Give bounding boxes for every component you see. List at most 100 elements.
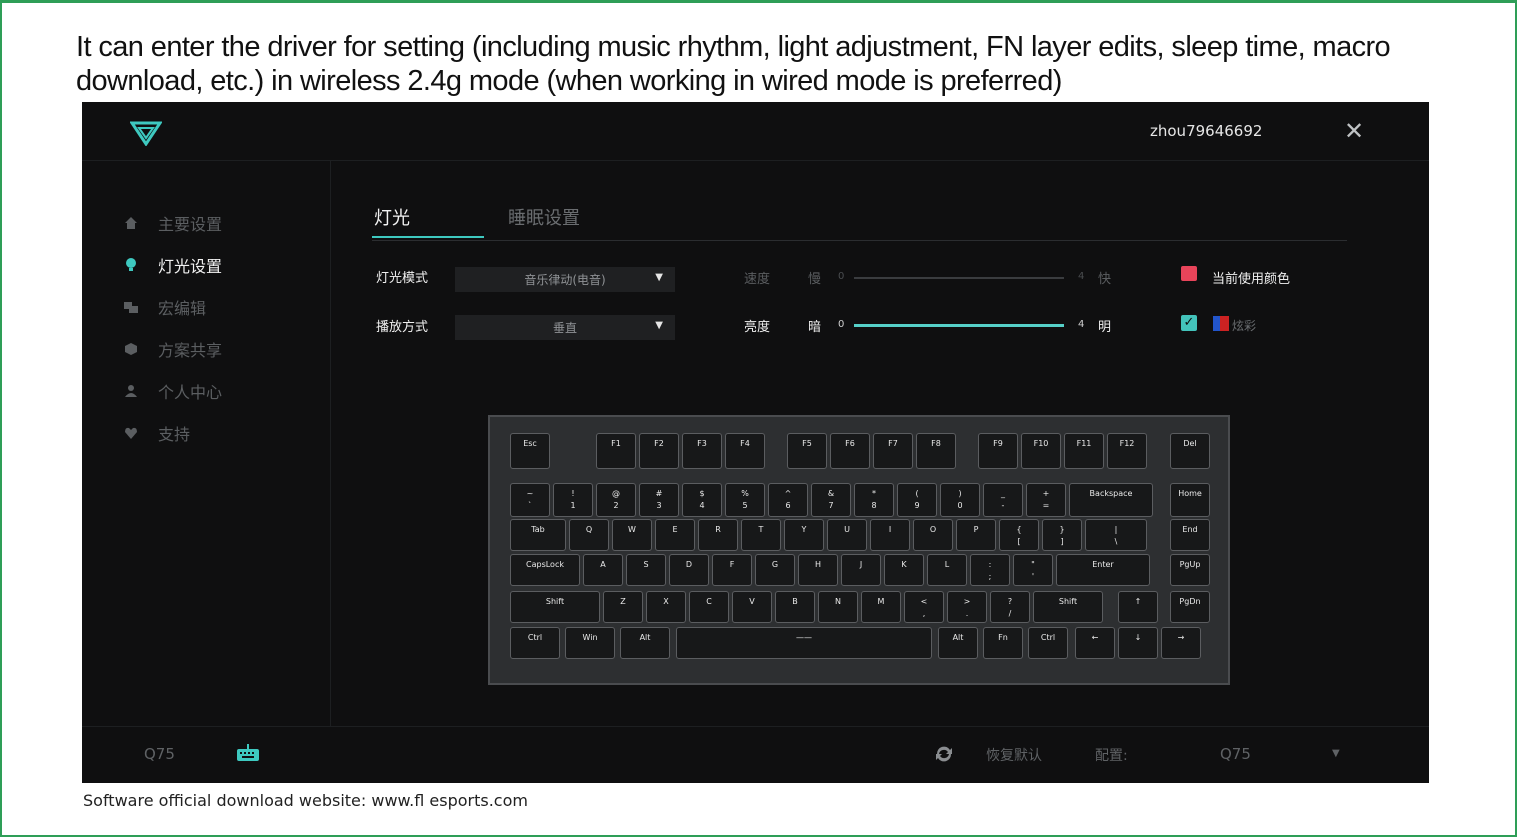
keyboard-key[interactable]: ~ ` (510, 483, 550, 517)
keyboard-key[interactable]: Shift (510, 591, 600, 623)
keyboard-key[interactable]: B (775, 591, 815, 623)
keyboard-key[interactable]: Home (1170, 483, 1210, 517)
sidebar-item-personal-center[interactable]: 个人中心 (124, 370, 222, 412)
keyboard-key[interactable]: ? / (990, 591, 1030, 623)
keyboard-key[interactable]: F6 (830, 433, 870, 469)
keyboard-key[interactable]: Alt (620, 627, 670, 659)
keyboard-key[interactable]: Backspace (1069, 483, 1153, 517)
keyboard-key[interactable]: Fn (983, 627, 1023, 659)
keyboard-key[interactable]: F5 (787, 433, 827, 469)
config-select[interactable]: Q75 (1220, 745, 1251, 763)
brightness-slider[interactable] (854, 324, 1064, 327)
keyboard-key[interactable]: J (841, 554, 881, 586)
keyboard-key[interactable]: >. (947, 591, 987, 623)
keyboard-key[interactable]: K (884, 554, 924, 586)
keyboard-key[interactable]: $4 (682, 483, 722, 517)
sidebar-item-scheme-share[interactable]: 方案共享 (124, 328, 222, 370)
keyboard-key[interactable]: CapsLock (510, 554, 580, 586)
keyboard-key[interactable]: F1 (596, 433, 636, 469)
light-mode-select[interactable]: 音乐律动(电音) ▼ (455, 267, 675, 292)
keyboard-key[interactable]: W (612, 519, 652, 551)
tab-sleep-settings[interactable]: 睡眠设置 (508, 204, 580, 230)
keyboard-key[interactable]: ! 1 (553, 483, 593, 517)
keyboard-key[interactable]: V (732, 591, 772, 623)
keyboard-key[interactable]: _ - (983, 483, 1023, 517)
keyboard-key[interactable]: —— (676, 627, 932, 659)
keyboard-key[interactable]: (9 (897, 483, 937, 517)
keyboard-key[interactable]: Ctrl (1028, 627, 1068, 659)
keyboard-key[interactable]: Q (569, 519, 609, 551)
keyboard-key[interactable]: Alt (938, 627, 978, 659)
sidebar-item-macro-edit[interactable]: 宏编辑 (124, 286, 222, 328)
keyboard-key[interactable]: F7 (873, 433, 913, 469)
keyboard-key[interactable]: S (626, 554, 666, 586)
keyboard-key[interactable]: <, (904, 591, 944, 623)
sidebar-item-light-settings[interactable]: 灯光设置 (124, 244, 222, 286)
keyboard-key[interactable]: A (583, 554, 623, 586)
keyboard-key[interactable]: ↑ (1118, 591, 1158, 623)
keyboard-key[interactable]: E (655, 519, 695, 551)
close-icon[interactable]: ✕ (1344, 117, 1364, 145)
colorful-checkbox[interactable]: ✓ (1181, 315, 1197, 331)
keyboard-key[interactable]: N (818, 591, 858, 623)
keyboard-key[interactable]: Ctrl (510, 627, 560, 659)
keyboard-key[interactable]: F10 (1021, 433, 1061, 469)
keyboard-key[interactable]: C (689, 591, 729, 623)
keyboard-key[interactable]: Win (565, 627, 615, 659)
keyboard-key[interactable]: * 8 (854, 483, 894, 517)
username[interactable]: zhou79646692 (1150, 122, 1262, 140)
keyboard-key[interactable]: Y (784, 519, 824, 551)
keyboard-key[interactable]: End (1170, 519, 1210, 551)
keyboard-key[interactable]: + = (1026, 483, 1066, 517)
keyboard-key[interactable]: D (669, 554, 709, 586)
current-color-swatch[interactable] (1181, 266, 1197, 281)
keyboard-key[interactable]: H (798, 554, 838, 586)
keyboard-key[interactable]: F11 (1064, 433, 1104, 469)
keyboard-key[interactable]: Z (603, 591, 643, 623)
keyboard-key[interactable]: M (861, 591, 901, 623)
keyboard-key[interactable]: F3 (682, 433, 722, 469)
keyboard-key[interactable]: ↓ (1118, 627, 1158, 659)
keyboard-key[interactable]: R (698, 519, 738, 551)
keyboard-key[interactable]: F12 (1107, 433, 1147, 469)
refresh-icon[interactable] (934, 745, 954, 763)
keyboard-key[interactable]: Del (1170, 433, 1210, 469)
keyboard-key[interactable]: P (956, 519, 996, 551)
keyboard-key[interactable]: L (927, 554, 967, 586)
keyboard-key[interactable]: :; (970, 554, 1010, 586)
keyboard-key[interactable]: ) 0 (940, 483, 980, 517)
keyboard-key[interactable]: ^ 6 (768, 483, 808, 517)
keyboard-key[interactable]: Tab (510, 519, 566, 551)
keyboard-key[interactable]: F (712, 554, 752, 586)
sidebar-item-support[interactable]: 支持 (124, 412, 222, 454)
chevron-down-icon[interactable]: ▼ (1332, 748, 1340, 759)
keyboard-key[interactable]: ← (1075, 627, 1115, 659)
keyboard-key[interactable]: PgDn (1170, 591, 1210, 623)
keyboard-key[interactable]: Shift (1033, 591, 1103, 623)
keyboard-key[interactable]: | \ (1085, 519, 1147, 551)
keyboard-key[interactable]: I (870, 519, 910, 551)
keyboard-key[interactable]: F4 (725, 433, 765, 469)
keyboard-key[interactable]: PgUp (1170, 554, 1210, 586)
keyboard-icon[interactable] (236, 744, 260, 762)
keyboard-key[interactable]: F9 (978, 433, 1018, 469)
play-mode-select[interactable]: 垂直 ▼ (455, 315, 675, 340)
keyboard-key[interactable]: O (913, 519, 953, 551)
keyboard-key[interactable]: G (755, 554, 795, 586)
keyboard-key[interactable]: Esc (510, 433, 550, 469)
restore-default-button[interactable]: 恢复默认 (986, 745, 1042, 765)
device-name[interactable]: Q75 (144, 745, 175, 763)
sidebar-item-main-settings[interactable]: 主要设置 (124, 202, 222, 244)
keyboard-key[interactable]: F2 (639, 433, 679, 469)
keyboard-key[interactable]: {[ (999, 519, 1039, 551)
speed-slider[interactable] (854, 277, 1064, 279)
keyboard-key[interactable]: & 7 (811, 483, 851, 517)
keyboard-key[interactable]: " ' (1013, 554, 1053, 586)
keyboard-key[interactable]: T (741, 519, 781, 551)
keyboard-key[interactable]: → (1161, 627, 1201, 659)
keyboard-key[interactable]: #3 (639, 483, 679, 517)
keyboard-key[interactable]: % 5 (725, 483, 765, 517)
keyboard-key[interactable]: }] (1042, 519, 1082, 551)
keyboard-key[interactable]: U (827, 519, 867, 551)
tab-light[interactable]: 灯光 (372, 204, 484, 238)
